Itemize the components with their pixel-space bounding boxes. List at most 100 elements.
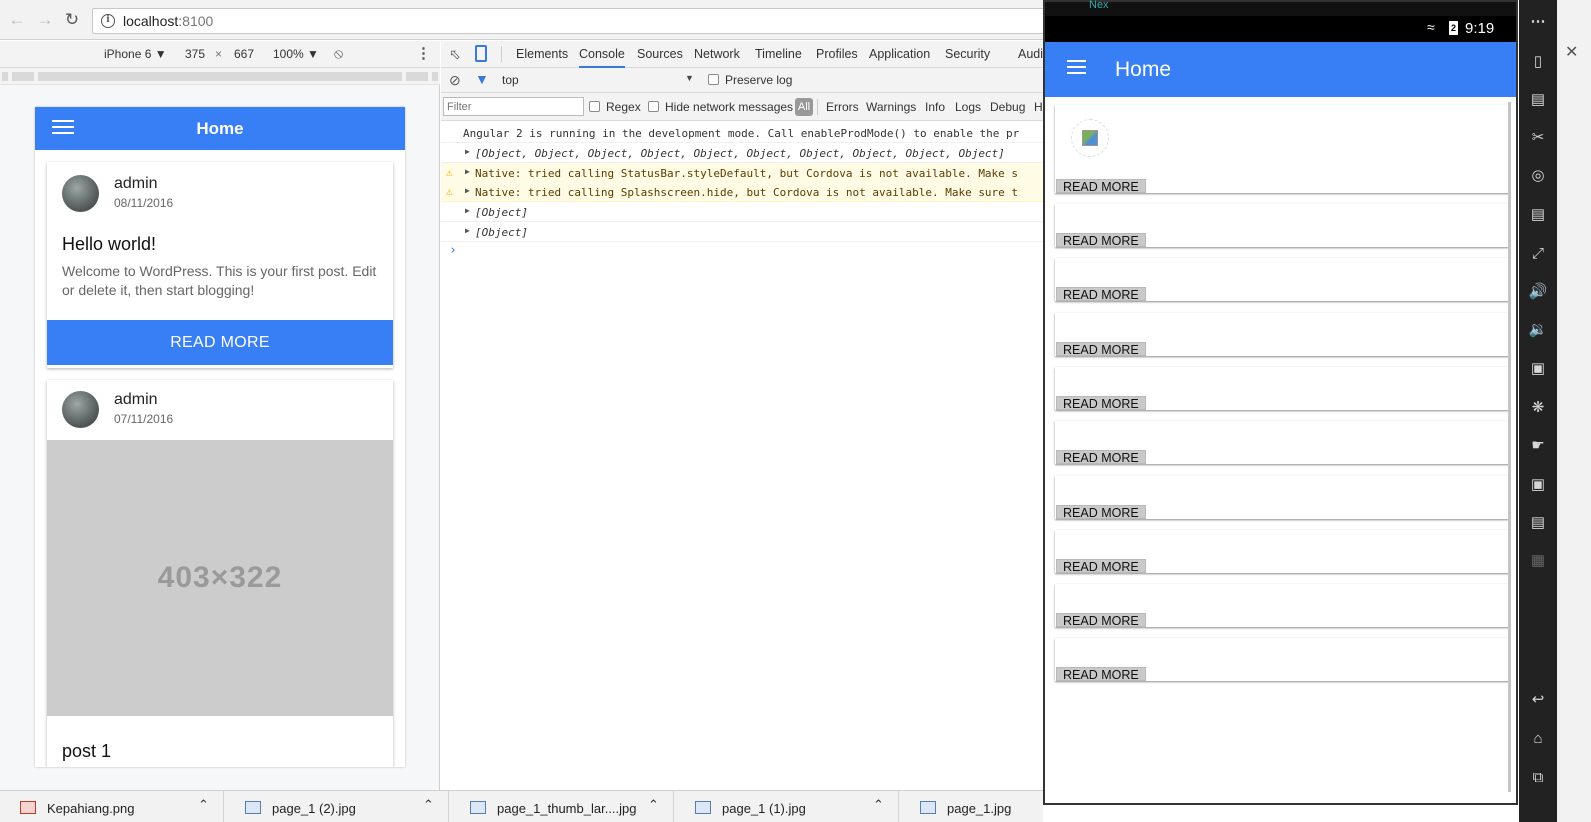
expand-triangle-icon[interactable]: ▶ xyxy=(465,226,470,235)
console-line[interactable]: ▶ [Object, Object, Object, Object, Objec… xyxy=(441,143,1061,163)
level-logs[interactable]: Logs xyxy=(955,100,981,114)
download-item[interactable]: page_1.jpg xyxy=(900,791,1043,822)
tab-timeline[interactable]: Timeline xyxy=(755,47,802,61)
chevron-up-icon[interactable]: ⌃ xyxy=(198,797,209,813)
console-warning[interactable]: ⚠ ▶ Native: tried calling StatusBar.styl… xyxy=(441,163,1061,183)
console-object[interactable]: [Object, Object, Object, Object, Object,… xyxy=(475,147,1005,160)
level-handled[interactable]: H xyxy=(1034,100,1043,114)
level-all[interactable]: All xyxy=(795,98,813,116)
read-more-button[interactable]: READ MORE xyxy=(1056,342,1146,357)
regex-checkbox[interactable] xyxy=(589,101,600,112)
download-item[interactable]: Kepahiang.png ⌃ xyxy=(0,791,224,822)
window-edge: ✕ xyxy=(1557,0,1591,822)
device-width-input[interactable]: 375 xyxy=(185,47,205,61)
read-more-button[interactable]: READ MORE xyxy=(1056,613,1146,628)
console-line[interactable]: ▶ [Object] xyxy=(441,202,1061,222)
volume-down-icon[interactable]: 🔉 xyxy=(1528,320,1548,340)
volume-up-icon[interactable]: 🔊 xyxy=(1528,282,1548,302)
hide-network-checkbox[interactable] xyxy=(648,101,659,112)
tab-network[interactable]: Network xyxy=(694,47,740,61)
preview-header: Home xyxy=(35,107,405,150)
console-prompt[interactable]: › xyxy=(449,243,457,258)
vibrate-icon[interactable]: ▯ xyxy=(1528,52,1548,72)
keyboard-icon[interactable]: ▤ xyxy=(1528,205,1548,225)
device-icon[interactable]: ▤ xyxy=(1528,513,1548,533)
read-more-button[interactable]: READ MORE xyxy=(1056,667,1146,682)
tab-elements[interactable]: Elements xyxy=(516,47,568,61)
home-icon[interactable]: ⌂ xyxy=(1528,729,1548,749)
read-more-button[interactable]: READ MORE xyxy=(47,320,393,365)
read-more-button[interactable]: READ MORE xyxy=(1056,559,1146,574)
back-icon[interactable]: ↩ xyxy=(1528,690,1548,710)
tab-sources[interactable]: Sources xyxy=(637,47,683,61)
rotate-icon[interactable]: ⦸ xyxy=(334,45,343,62)
read-more-button[interactable]: READ MORE xyxy=(1056,233,1146,248)
console-object[interactable]: [Object] xyxy=(475,226,528,239)
more-icon[interactable]: ⋯ xyxy=(1528,12,1548,32)
loading-icon[interactable]: ❋ xyxy=(1528,398,1548,418)
preview-title: Home xyxy=(196,119,244,138)
post-card: READ MORE xyxy=(1055,367,1509,411)
console-line[interactable]: ▶ [Object] xyxy=(441,222,1061,242)
android-status-bar: ≈ 2 9:19 xyxy=(1045,16,1516,42)
emulator-scrollbar[interactable] xyxy=(1508,102,1511,792)
device-select[interactable]: iPhone 6 ▼ xyxy=(104,47,167,61)
tab-application[interactable]: Application xyxy=(869,47,930,61)
preserve-log-checkbox[interactable] xyxy=(708,74,719,85)
download-item[interactable]: page_1_thumb_lar....jpg ⌃ xyxy=(450,791,674,822)
level-warnings[interactable]: Warnings xyxy=(866,100,916,114)
expand-triangle-icon[interactable]: ▶ xyxy=(465,147,470,156)
info-icon[interactable]: i xyxy=(101,14,115,28)
tab-security[interactable]: Security xyxy=(945,47,990,61)
media-query-ruler[interactable] xyxy=(0,68,440,85)
download-item[interactable]: page_1 (1).jpg ⌃ xyxy=(675,791,899,822)
read-more-button[interactable]: READ MORE xyxy=(1056,287,1146,302)
location-icon[interactable]: ◎ xyxy=(1528,166,1548,186)
tab-console[interactable]: Console xyxy=(579,47,625,68)
tab-profiles[interactable]: Profiles xyxy=(816,47,858,61)
chevron-up-icon[interactable]: ⌃ xyxy=(873,797,884,813)
read-more-button[interactable]: READ MORE xyxy=(1056,505,1146,520)
chevron-up-icon[interactable]: ⌃ xyxy=(648,797,659,813)
filter-icon[interactable]: ▼ xyxy=(475,71,489,87)
expand-triangle-icon[interactable]: ▶ xyxy=(465,167,470,176)
android-icon[interactable]: ▤ xyxy=(1528,90,1548,110)
touch-icon[interactable]: ☛ xyxy=(1528,436,1548,456)
console-object[interactable]: [Object] xyxy=(475,206,528,219)
context-select[interactable]: top xyxy=(502,73,519,87)
level-debug[interactable]: Debug xyxy=(990,100,1025,114)
more-options-icon[interactable]: ⋮ xyxy=(416,44,431,62)
filter-input[interactable] xyxy=(443,97,584,116)
scissors-icon[interactable]: ✂ xyxy=(1528,128,1548,148)
inspect-icon[interactable]: ⬁ xyxy=(449,46,461,63)
back-arrow-icon[interactable]: ← xyxy=(7,10,27,30)
expand-triangle-icon[interactable]: ▶ xyxy=(465,186,470,195)
close-icon[interactable]: ✕ xyxy=(1565,42,1578,62)
device-mode-icon[interactable] xyxy=(475,45,487,62)
zoom-select[interactable]: 100% ▼ xyxy=(273,47,319,61)
recent-apps-icon[interactable]: ⧉ xyxy=(1528,768,1548,788)
fullscreen-icon[interactable]: ⤢ xyxy=(1528,244,1548,264)
clear-console-icon[interactable]: ⊘ xyxy=(449,72,461,89)
expand-triangle-icon[interactable]: ▶ xyxy=(465,206,470,215)
level-errors[interactable]: Errors xyxy=(826,100,859,114)
level-info[interactable]: Info xyxy=(925,100,945,114)
device-height-input[interactable]: 667 xyxy=(234,47,254,61)
screenshot-icon[interactable]: ▣ xyxy=(1528,359,1548,379)
post-author: admin xyxy=(114,391,158,408)
console-warning[interactable]: ⚠ ▶ Native: tried calling Splashscreen.h… xyxy=(441,182,1061,202)
post-card: admin 08/11/2016 Hello world! Welcome to… xyxy=(47,162,393,368)
read-more-button[interactable]: READ MORE xyxy=(1056,396,1146,411)
forward-arrow-icon[interactable]: → xyxy=(35,10,55,30)
devtools-tabbar: ⬁ Elements Console Sources Network Timeline P… xyxy=(441,41,1061,68)
reload-icon[interactable]: ↻ xyxy=(62,10,82,30)
camera-icon[interactable]: ▣ xyxy=(1528,475,1548,495)
chevron-down-icon[interactable]: ▼ xyxy=(685,73,694,83)
read-more-button[interactable]: READ MORE xyxy=(1056,179,1146,194)
menu-icon[interactable] xyxy=(1067,60,1087,76)
read-more-button[interactable]: READ MORE xyxy=(1056,450,1146,465)
post-card: READ MORE xyxy=(1055,105,1509,194)
download-item[interactable]: page_1 (2).jpg ⌃ xyxy=(225,791,449,822)
chevron-up-icon[interactable]: ⌃ xyxy=(423,797,434,813)
address-bar[interactable]: i localhost:8100 xyxy=(92,8,1052,34)
